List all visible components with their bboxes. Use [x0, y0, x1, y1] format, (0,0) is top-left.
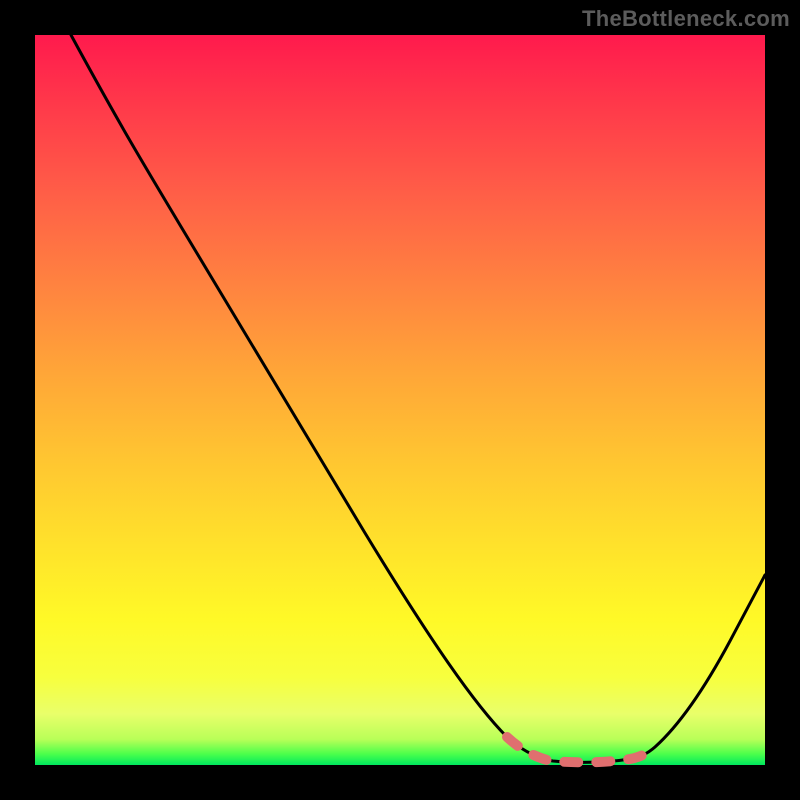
plot-area — [35, 35, 765, 765]
watermark-text: TheBottleneck.com — [582, 6, 790, 32]
chart-svg — [35, 35, 765, 765]
chart-frame: TheBottleneck.com — [0, 0, 800, 800]
bottleneck-curve — [71, 35, 765, 762]
optimal-range-marker — [507, 737, 655, 762]
